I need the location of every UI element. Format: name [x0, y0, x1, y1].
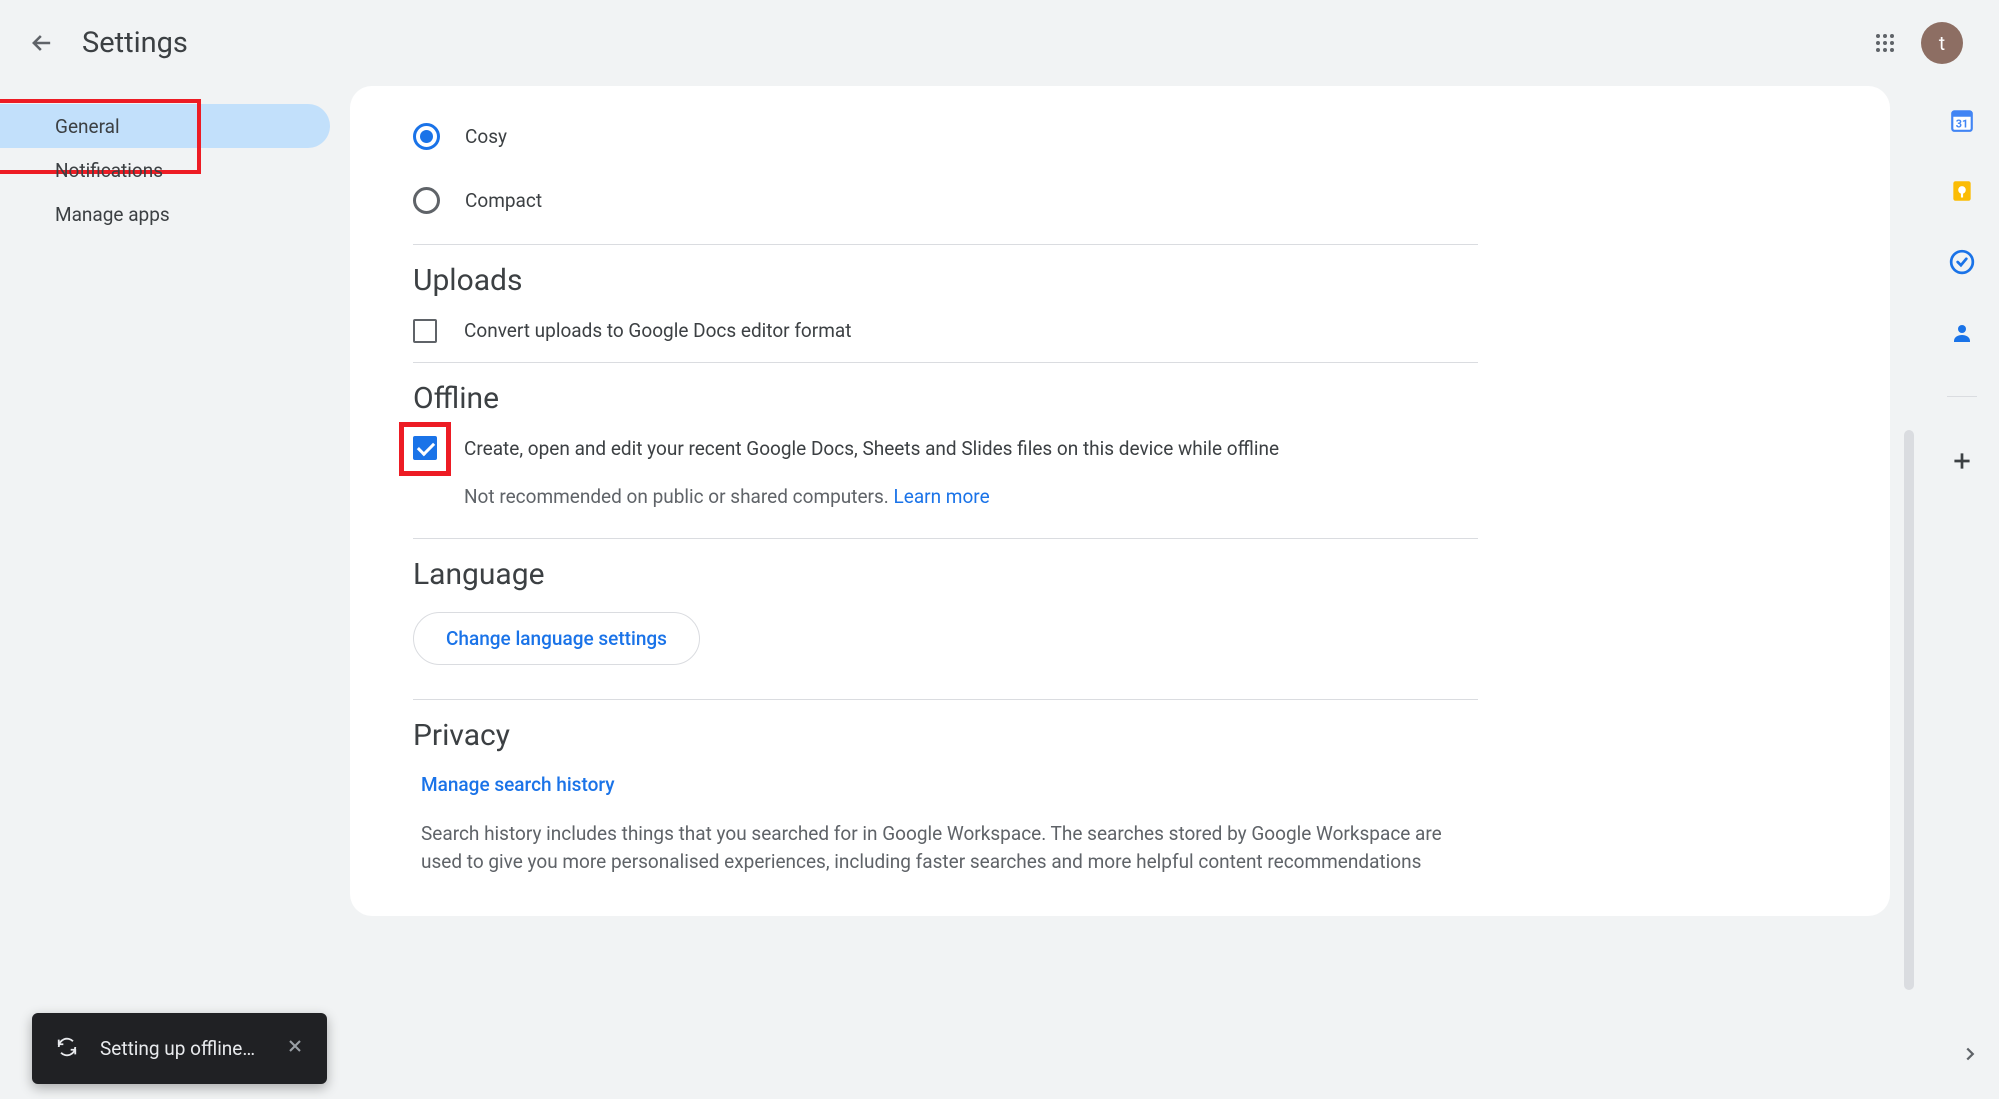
sidebar-item-manage-apps[interactable]: Manage apps	[0, 192, 330, 236]
divider	[413, 538, 1478, 539]
radio-compact-label: Compact	[465, 189, 542, 212]
offline-sub-wrapper: Not recommended on public or shared comp…	[464, 484, 1279, 510]
checkbox-convert-label: Convert uploads to Google Docs editor fo…	[464, 318, 851, 344]
offline-row[interactable]: Create, open and edit your recent Google…	[413, 436, 1478, 510]
avatar[interactable]: t	[1921, 22, 1963, 64]
privacy-title: Privacy	[413, 718, 1478, 753]
sidebar-item-label: Manage apps	[55, 203, 170, 226]
radio-cosy-label: Cosy	[465, 125, 507, 148]
sidebar-item-general[interactable]: General	[0, 104, 330, 148]
side-panel-toggle-icon[interactable]	[1959, 1043, 1981, 1069]
divider	[413, 362, 1478, 363]
uploads-title: Uploads	[413, 263, 1478, 298]
header-right: t	[1869, 22, 1973, 64]
settings-main-card: Cosy Compact Uploads Convert uploads to …	[350, 86, 1890, 916]
apps-grid-icon[interactable]	[1869, 27, 1901, 59]
checkbox-convert-uploads[interactable]	[413, 319, 437, 343]
svg-text:31: 31	[1955, 117, 1967, 130]
back-arrow-icon[interactable]	[26, 27, 58, 59]
density-cosy-row[interactable]: Cosy	[413, 104, 1478, 168]
sidebar-item-notifications[interactable]: Notifications	[0, 148, 330, 192]
settings-sidebar: General Notifications Manage apps	[0, 86, 350, 916]
radio-compact[interactable]	[413, 187, 440, 214]
divider	[413, 244, 1478, 245]
scrollbar-thumb[interactable]	[1904, 430, 1914, 990]
offline-sub-text: Not recommended on public or shared comp…	[464, 485, 894, 508]
app-header: Settings t	[0, 0, 1999, 86]
sidebar-item-label: Notifications	[55, 159, 163, 182]
manage-search-history-link[interactable]: Manage search history	[421, 773, 615, 796]
calendar-icon[interactable]: 31	[1948, 106, 1975, 133]
divider	[413, 699, 1478, 700]
add-icon[interactable]	[1948, 447, 1975, 474]
radio-cosy[interactable]	[413, 123, 440, 150]
uploads-convert-row[interactable]: Convert uploads to Google Docs editor fo…	[413, 318, 1478, 344]
density-compact-row[interactable]: Compact	[413, 168, 1478, 232]
privacy-description: Search history includes things that you …	[421, 820, 1478, 876]
offline-title: Offline	[413, 381, 1478, 416]
keep-icon[interactable]	[1948, 177, 1975, 204]
header-left: Settings	[26, 26, 188, 60]
change-language-button[interactable]: Change language settings	[413, 612, 700, 665]
toast-close-icon[interactable]	[285, 1036, 305, 1062]
checkbox-offline[interactable]	[413, 436, 437, 460]
page-title: Settings	[82, 26, 188, 60]
sync-icon	[56, 1036, 78, 1062]
tasks-icon[interactable]	[1948, 248, 1975, 275]
toast-text: Setting up offline…	[100, 1037, 255, 1060]
contacts-icon[interactable]	[1948, 319, 1975, 346]
sidebar-item-label: General	[55, 115, 120, 138]
offline-text-block: Create, open and edit your recent Google…	[464, 436, 1279, 510]
offline-toast: Setting up offline…	[32, 1013, 327, 1084]
rail-divider	[1947, 396, 1977, 397]
side-panel: 31	[1924, 86, 1999, 1086]
language-title: Language	[413, 557, 1478, 592]
content-inner: Cosy Compact Uploads Convert uploads to …	[413, 104, 1478, 876]
body-area: General Notifications Manage apps Cosy C…	[0, 86, 1999, 916]
offline-learn-more-link[interactable]: Learn more	[894, 485, 990, 508]
offline-main-label: Create, open and edit your recent Google…	[464, 436, 1279, 462]
